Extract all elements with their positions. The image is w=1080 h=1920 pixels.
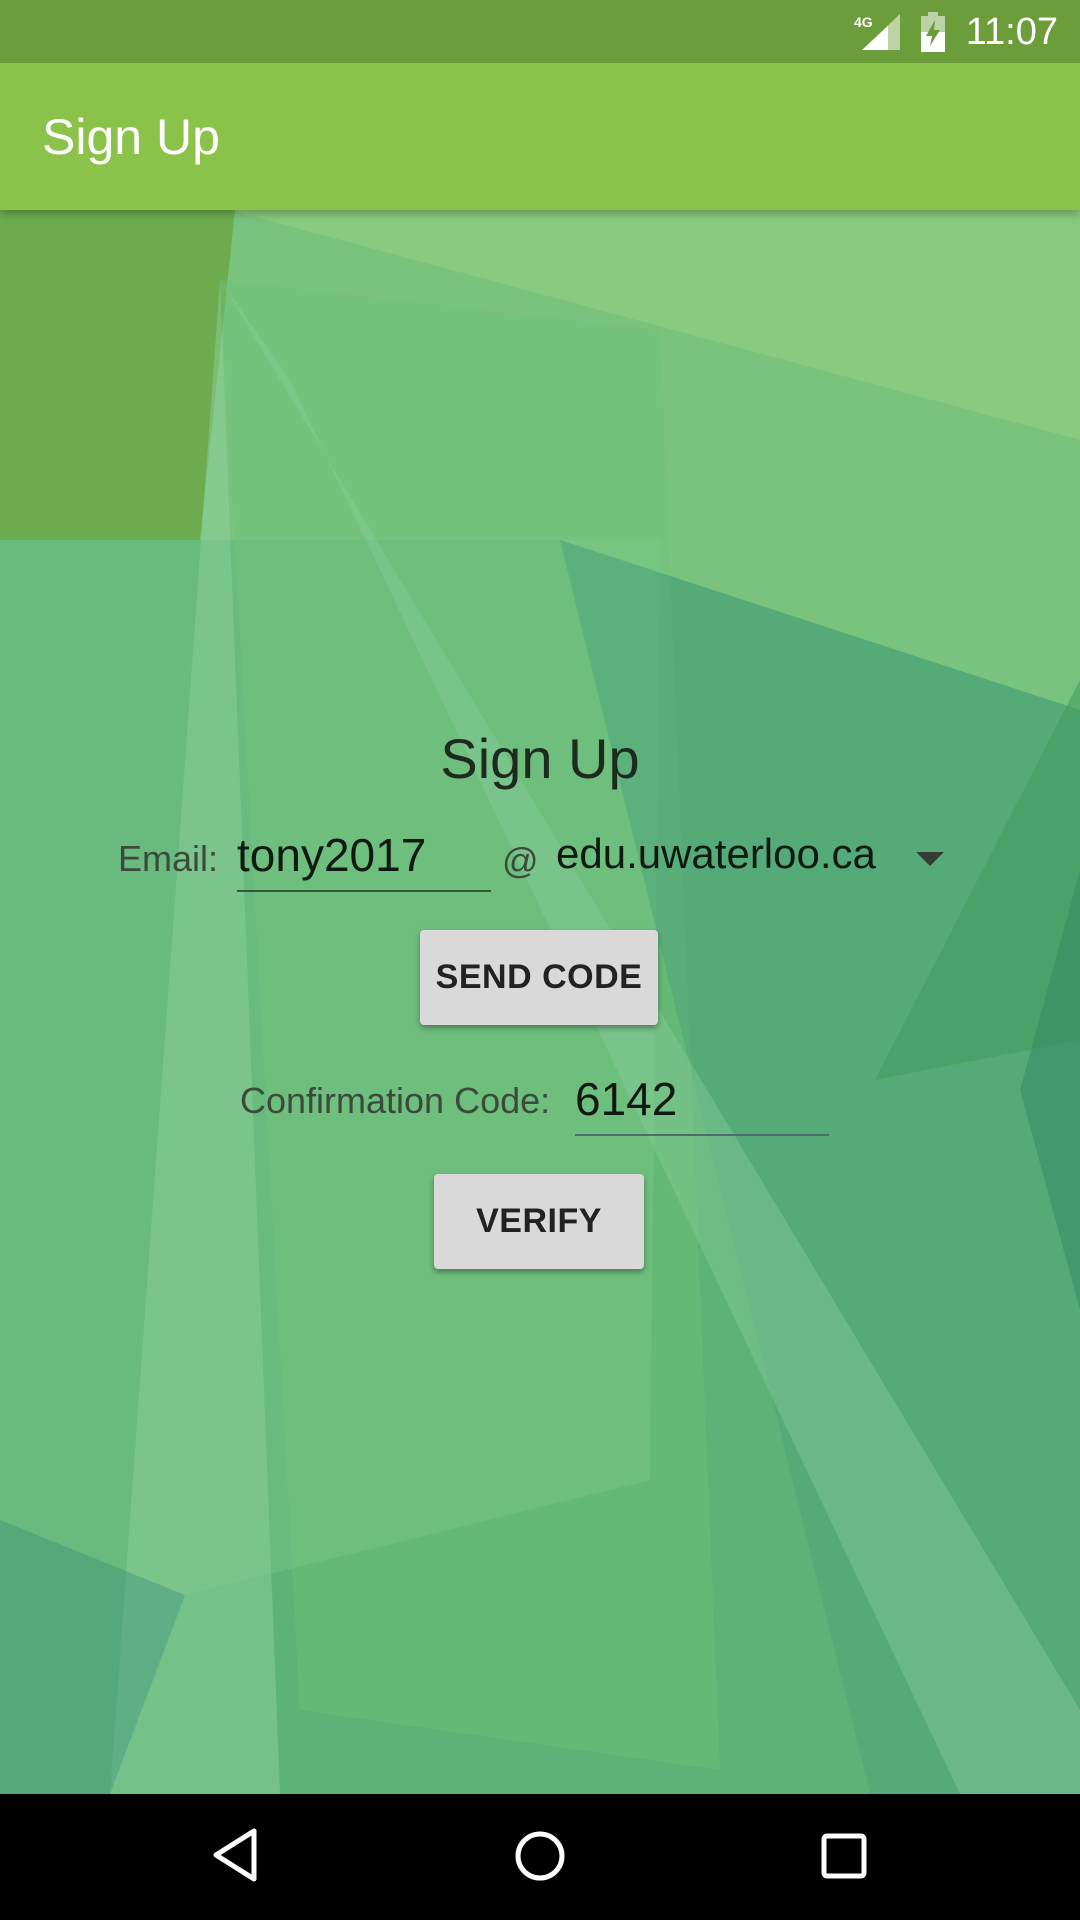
app-bar-title: Sign Up: [42, 109, 220, 165]
form-title: Sign Up: [440, 727, 640, 790]
status-bar: 4G 11:07: [0, 0, 1080, 63]
recents-icon[interactable]: [820, 1832, 868, 1880]
verify-button[interactable]: VERIFY: [434, 1174, 644, 1269]
confirmation-code-input[interactable]: 6142: [575, 1072, 829, 1136]
svg-text:4G: 4G: [854, 14, 873, 30]
dropdown-arrow-icon: [916, 852, 944, 866]
email-label: Email:: [118, 838, 219, 879]
email-username-input[interactable]: tony2017: [237, 828, 491, 892]
status-time: 11:07: [965, 11, 1058, 53]
send-code-button[interactable]: SEND CODE: [420, 930, 658, 1025]
battery-charging-icon: [921, 12, 945, 52]
home-icon[interactable]: [514, 1830, 566, 1882]
at-sign: @: [502, 840, 539, 881]
back-icon[interactable]: [212, 1828, 258, 1882]
email-domain-value: edu.uwaterloo.ca: [556, 830, 876, 877]
signup-form: Sign Up Email: tony2017 @ edu.uwaterloo.…: [0, 0, 1080, 1920]
screen: 4G 11:07 Sign Up Sign Up Email: tony2017…: [0, 0, 1080, 1920]
signal-icon: 4G: [854, 14, 900, 50]
confirmation-code-label: Confirmation Code:: [240, 1080, 551, 1121]
app-bar: Sign Up: [0, 63, 1080, 210]
navigation-bar: [0, 1794, 1080, 1920]
email-domain-dropdown[interactable]: edu.uwaterloo.ca: [556, 830, 956, 890]
